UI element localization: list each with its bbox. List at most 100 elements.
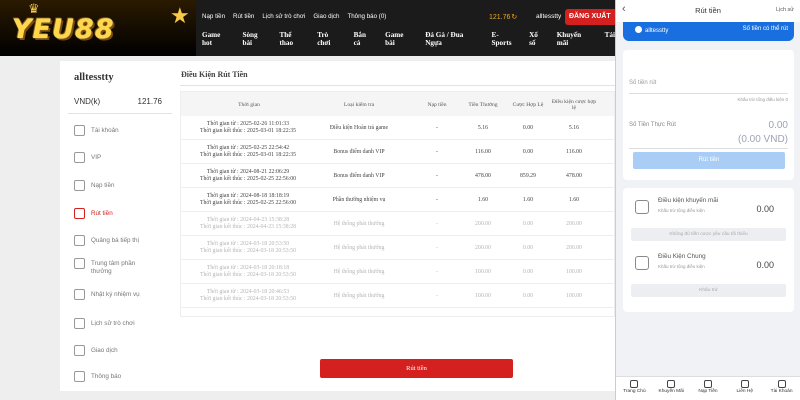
- general-condition-value: 0.00: [756, 260, 774, 270]
- type-cell: Bonus điểm danh VIP: [333, 149, 385, 155]
- tab-promotions[interactable]: Khuyến Mãi: [653, 377, 690, 400]
- sidebar-item-account[interactable]: Tài khoản: [74, 125, 151, 136]
- deposit-cell: -: [436, 269, 438, 275]
- condition-cell: 200.00: [566, 221, 582, 227]
- condition-cell: 200.00: [566, 245, 582, 251]
- table-row: Thời gian từ : 2024-03-18 20:53:50 Thời g…: [181, 237, 614, 260]
- nav-game-hot[interactable]: Game hot: [202, 31, 231, 47]
- general-deduct-button[interactable]: Khấu trừ: [631, 284, 786, 297]
- withdraw-form-card: Số tiền rút Khấu trừ tổng điều kiện 0 Số…: [623, 50, 794, 180]
- sidebar-divider: [68, 113, 172, 114]
- sidebar-item-mission[interactable]: Nhật ký nhiệm vụ: [74, 289, 151, 300]
- top-link-withdraw[interactable]: Rút tiền: [233, 13, 254, 20]
- header-username[interactable]: alltesstty: [536, 13, 561, 20]
- time-end: Thời gian kết thúc : 2025-02-25 22:56:00: [199, 200, 297, 206]
- deposit-cell: -: [436, 125, 438, 131]
- nav-cockfight-racing[interactable]: Đá Gà / Đua Ngựa: [425, 31, 480, 47]
- nav-esports[interactable]: E-Sports: [492, 31, 519, 47]
- column-header-valid-bet: Cược Hợp Lệ: [512, 102, 544, 108]
- time-end: Thời gian kết thúc : 2024-03-18 20:53:50: [199, 272, 297, 278]
- nav-promotions[interactable]: Khuyến mãi: [557, 31, 594, 47]
- tab-account[interactable]: Tài Khoản: [763, 377, 800, 400]
- yeu88-logo[interactable]: ♛ YEU88 ★: [0, 0, 196, 56]
- withdraw-conditions-panel: Điều Kiện Rút Tiền Thời gian Loại kiểm t…: [172, 61, 615, 391]
- time-cell: Thời gian từ : 2025-02-25 22:54:42 Thời g…: [187, 145, 309, 159]
- logout-button[interactable]: ĐĂNG XUẤT: [565, 9, 617, 25]
- mobile-username-text: alltesstty: [645, 28, 669, 34]
- tab-label: Tài Khoản: [770, 389, 793, 394]
- mobile-withdraw-button[interactable]: Rút tiền: [633, 152, 785, 169]
- tab-deposit[interactable]: Nạp Tiền: [690, 377, 727, 400]
- history-link[interactable]: Lịch sử: [776, 7, 794, 13]
- top-link-game-history[interactable]: Lịch sử trò chơi: [262, 13, 305, 20]
- nav-fishing[interactable]: Bắn cá: [354, 31, 375, 47]
- withdraw-icon: [74, 208, 85, 219]
- nav-card-games[interactable]: Game bài: [385, 31, 414, 47]
- headset-icon: [740, 380, 749, 388]
- time-start: Thời gian từ : 2024-03-18 20:53:50: [206, 241, 290, 247]
- sidebar-item-promo[interactable]: Quảng bá tiếp thị: [74, 235, 151, 246]
- general-tag-icon: [635, 256, 649, 270]
- sidebar-item-label: VIP: [91, 154, 102, 161]
- time-start: Thời gian từ : 2024-03-18 20:18:18: [206, 265, 290, 271]
- time-start: Thời gian từ : 2024-04-23 15:38:28: [206, 217, 290, 223]
- tab-contact[interactable]: Liên Hệ: [726, 377, 763, 400]
- time-cell: Thời gian từ : 2024-03-18 20:18:18 Thời g…: [187, 265, 309, 279]
- home-icon: [630, 380, 639, 388]
- reward-icon: [74, 258, 85, 269]
- sidebar-item-deposit[interactable]: Nạp tiền: [74, 180, 151, 191]
- top-link-notifications[interactable]: Thông báo (0): [347, 13, 386, 20]
- valid-bet-cell: 0.00: [522, 245, 534, 251]
- type-cell: Bonus điểm danh VIP: [333, 173, 385, 179]
- sidebar-item-transactions[interactable]: Giao dịch: [74, 345, 151, 356]
- top-link-transactions[interactable]: Giao dịch: [313, 13, 339, 20]
- sidebar-item-withdraw[interactable]: Rút tiền: [74, 208, 151, 219]
- sidebar-item-notifications[interactable]: Thông báo: [74, 371, 151, 382]
- withdraw-button[interactable]: Rút tiền: [320, 359, 513, 378]
- tab-label: Nạp Tiền: [698, 389, 718, 394]
- time-cell: Thời gian từ : 2024-08-18 18:18:19 Thời g…: [187, 193, 309, 207]
- condition-cell: 100.00: [566, 293, 582, 299]
- nav-games[interactable]: Trò chơi: [317, 31, 342, 47]
- promo-coins-icon: [635, 200, 649, 214]
- valid-bet-cell: 859.29: [520, 173, 536, 179]
- sidebar-currency-label: VND(k): [74, 97, 101, 106]
- sidebar-item-game-history[interactable]: Lịch sử trò chơi: [74, 318, 151, 329]
- top-link-deposit[interactable]: Nạp tiền: [202, 13, 225, 20]
- notification-icon: [74, 371, 85, 382]
- bonus-cell: 100.00: [475, 293, 491, 299]
- table-row: Thời gian từ : 2024-03-18 20:18:18 Thời g…: [181, 261, 614, 284]
- nav-sports[interactable]: Thể thao: [279, 31, 306, 47]
- mobile-withdraw-panel: ‹ Rút tiền Lịch sử alltesstty Số tiền có…: [615, 0, 800, 400]
- time-end: Thời gian kết thúc : 2025-03-01 18:22:35: [199, 128, 297, 134]
- transaction-icon: [74, 345, 85, 356]
- table-row: Thời gian từ : 2024-08-18 18:18:19 Thời g…: [181, 189, 614, 212]
- sidebar-item-vip[interactable]: VIP: [74, 152, 151, 163]
- promo-condition-value: 0.00: [756, 204, 774, 214]
- nav-lottery[interactable]: Xổ số: [529, 31, 546, 47]
- refresh-icon[interactable]: ↻: [511, 14, 517, 21]
- nav-casino[interactable]: Sòng bài: [242, 31, 268, 47]
- column-header-time: Thời gian: [238, 102, 260, 108]
- user-icon: [777, 380, 786, 388]
- column-header-deposit: Nạp tiền: [427, 102, 447, 108]
- promo-deduct-button[interactable]: Không đủ tiền cược yêu cầu tối thiểu: [631, 228, 786, 241]
- column-header-bonus: Tiền Thưởng: [468, 102, 498, 108]
- mobile-user-bar: alltesstty Số tiền có thể rút: [623, 22, 794, 41]
- deposit-cell: -: [436, 245, 438, 251]
- time-cell: Thời gian từ : 2024-04-23 15:38:28 Thời g…: [187, 217, 309, 231]
- sidebar-item-reward[interactable]: Trung tâm phần thưởng: [74, 258, 151, 276]
- tab-label: Khuyến Mãi: [658, 389, 684, 394]
- tab-home[interactable]: Trang Chủ: [616, 377, 653, 400]
- withdraw-amount-input[interactable]: Số tiền rút: [629, 80, 788, 94]
- condition-cell: 5.16: [568, 125, 580, 131]
- nav-download[interactable]: Tải: [605, 31, 615, 47]
- sidebar-item-label: Tài khoản: [91, 127, 119, 134]
- wallet-icon: [703, 380, 712, 388]
- time-start: Thời gian từ : 2024-08-21 22:06:29: [206, 169, 290, 175]
- site-header: ♛ YEU88 ★ Nạp tiền Rút tiền Lịch sử trò …: [0, 0, 617, 56]
- real-amount-divider: [629, 148, 788, 149]
- column-header-type: Loại kiểm tra: [343, 102, 375, 108]
- tab-label: Liên Hệ: [736, 389, 754, 394]
- mobile-topbar: ‹ Rút tiền Lịch sử: [616, 0, 800, 22]
